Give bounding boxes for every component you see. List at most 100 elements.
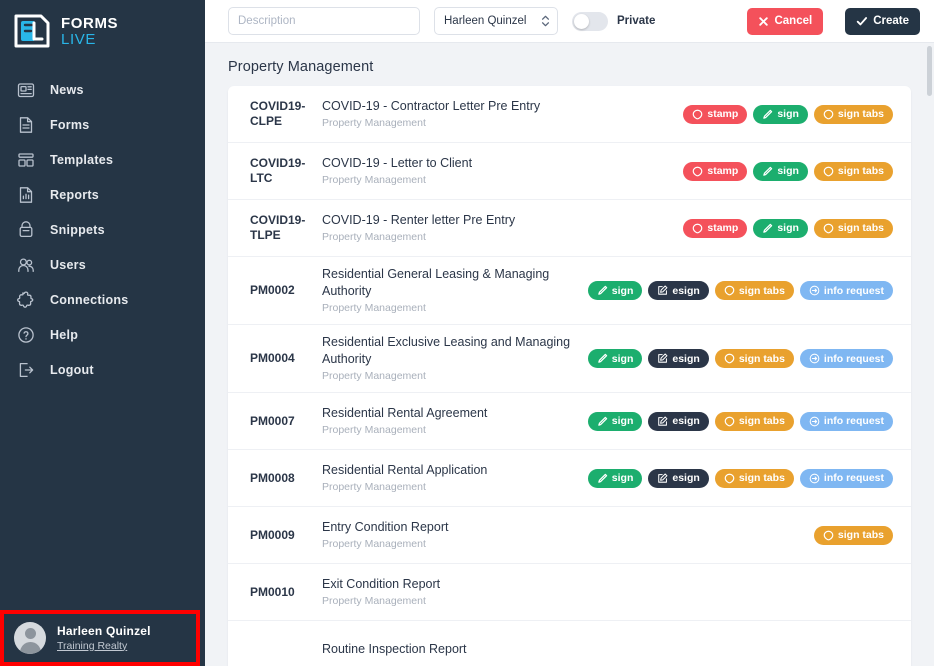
table-row[interactable]: PM0002 Residential General Leasing & Mana… bbox=[228, 257, 911, 325]
badge-label: info request bbox=[823, 352, 884, 365]
badge-stamp[interactable]: stamp bbox=[683, 218, 748, 238]
sidebar-item-snippets[interactable]: Snippets bbox=[0, 212, 205, 247]
row-badges: sign esign sign tabs info request bbox=[587, 349, 893, 368]
profile-name: Harleen Quinzel bbox=[57, 623, 151, 638]
sidebar-item-news[interactable]: News bbox=[0, 72, 205, 107]
sidebar-item-users[interactable]: Users bbox=[0, 247, 205, 282]
tag-icon bbox=[724, 416, 735, 427]
badge-sign[interactable]: sign bbox=[753, 104, 808, 124]
sidebar-user-profile[interactable]: Harleen Quinzel Training Realty bbox=[0, 610, 205, 666]
badge-signtabs[interactable]: sign tabs bbox=[813, 525, 893, 545]
table-row[interactable]: COVID19-LTC COVID-19 - Letter to Client Pr… bbox=[228, 143, 911, 200]
sidebar-item-label: Forms bbox=[50, 117, 90, 132]
badge-signtabs[interactable]: sign tabs bbox=[813, 161, 893, 181]
brand-logo[interactable]: FORMS LIVE bbox=[0, 0, 205, 60]
badge-sign[interactable]: sign bbox=[753, 218, 808, 238]
badge-esign[interactable]: esign bbox=[648, 468, 709, 488]
owner-select-value[interactable]: Harleen Quinzel bbox=[434, 7, 558, 35]
table-row[interactable]: Routine Inspection Report bbox=[228, 621, 911, 666]
row-category: Property Management bbox=[322, 595, 426, 607]
sidebar-item-reports[interactable]: Reports bbox=[0, 177, 205, 212]
question-circle-icon bbox=[16, 325, 36, 345]
table-row[interactable]: PM0010 Exit Condition Report Property Mana… bbox=[228, 564, 911, 621]
pen-icon bbox=[597, 353, 608, 364]
row-details: Residential General Leasing & Managing A… bbox=[322, 257, 588, 324]
row-category: Property Management bbox=[322, 302, 426, 314]
badge-signtabs[interactable]: sign tabs bbox=[714, 411, 794, 431]
badge-label: sign tabs bbox=[837, 108, 884, 120]
badge-signtabs[interactable]: sign tabs bbox=[714, 468, 794, 488]
vertical-scrollbar[interactable] bbox=[927, 46, 932, 96]
create-button[interactable]: Create bbox=[845, 7, 920, 35]
badge-signtabs[interactable]: sign tabs bbox=[714, 349, 794, 368]
check-icon bbox=[856, 16, 868, 27]
row-form-name: COVID-19 - Letter to Client bbox=[322, 156, 473, 170]
table-row[interactable]: COVID19-CLPE COVID-19 - Contractor Letter… bbox=[228, 86, 911, 143]
description-input[interactable] bbox=[228, 7, 420, 35]
badge-label: stamp bbox=[707, 108, 739, 120]
brand-name-top: FORMS bbox=[61, 14, 119, 32]
badge-inforequest[interactable]: info request bbox=[799, 468, 893, 488]
badge-inforequest[interactable]: info request bbox=[799, 411, 893, 431]
badge-stamp[interactable]: stamp bbox=[683, 161, 748, 181]
badge-sign[interactable]: sign bbox=[587, 468, 643, 488]
badge-sign[interactable]: sign bbox=[587, 411, 643, 431]
row-category: Property Management bbox=[322, 370, 426, 382]
sidebar-item-connections[interactable]: Connections bbox=[0, 282, 205, 317]
sidebar-item-label: Snippets bbox=[50, 222, 105, 237]
row-details: Routine Inspection Report bbox=[322, 632, 893, 666]
badge-label: sign bbox=[611, 284, 634, 297]
cancel-button[interactable]: Cancel bbox=[747, 7, 824, 35]
badge-esign[interactable]: esign bbox=[648, 411, 709, 431]
row-badges: stamp sign sign tabs bbox=[683, 104, 893, 124]
badge-sign[interactable]: sign bbox=[587, 281, 643, 300]
badge-sign[interactable]: sign bbox=[753, 161, 808, 181]
row-details: Exit Condition Report Property Management bbox=[322, 567, 893, 617]
tag-icon bbox=[823, 223, 834, 234]
row-code: COVID19-TLPE bbox=[250, 213, 306, 242]
pen-icon bbox=[597, 473, 608, 484]
sidebar-item-logout[interactable]: Logout bbox=[0, 352, 205, 387]
table-row[interactable]: PM0009 Entry Condition Report Property Man… bbox=[228, 507, 911, 564]
badge-sign[interactable]: sign bbox=[587, 349, 643, 368]
tag-icon bbox=[724, 353, 735, 364]
badge-signtabs[interactable]: sign tabs bbox=[714, 281, 794, 300]
badge-esign[interactable]: esign bbox=[648, 349, 709, 368]
esign-icon bbox=[657, 285, 668, 296]
badge-label: info request bbox=[823, 472, 884, 484]
esign-icon bbox=[657, 473, 668, 484]
row-badges: sign esign sign tabs info request bbox=[587, 468, 893, 488]
sidebar-item-templates[interactable]: Templates bbox=[0, 142, 205, 177]
pen-icon bbox=[597, 285, 608, 296]
sidebar-item-forms[interactable]: Forms bbox=[0, 107, 205, 142]
owner-select[interactable]: Harleen Quinzel bbox=[434, 7, 558, 35]
report-chart-icon bbox=[16, 185, 36, 205]
row-form-name: COVID-19 - Contractor Letter Pre Entry bbox=[322, 99, 541, 113]
sidebar-nav: News Forms Templates Reports Snippets Us… bbox=[0, 72, 205, 387]
arrow-circle-icon bbox=[809, 285, 820, 296]
badge-stamp[interactable]: stamp bbox=[683, 104, 748, 124]
pen-icon bbox=[597, 416, 608, 427]
tag-icon bbox=[823, 530, 834, 541]
table-row[interactable]: COVID19-TLPE COVID-19 - Renter letter Pre… bbox=[228, 200, 911, 257]
profile-organisation[interactable]: Training Realty bbox=[57, 639, 151, 653]
table-row[interactable]: PM0008 Residential Rental Application Prop… bbox=[228, 450, 911, 507]
badge-signtabs[interactable]: sign tabs bbox=[813, 218, 893, 238]
privacy-toggle-label: Private bbox=[617, 15, 656, 27]
table-row[interactable]: PM0007 Residential Rental Agreement Proper… bbox=[228, 393, 911, 450]
badge-signtabs[interactable]: sign tabs bbox=[813, 104, 893, 124]
esign-icon bbox=[657, 416, 668, 427]
row-category: Property Management bbox=[322, 231, 426, 243]
row-details: COVID-19 - Contractor Letter Pre Entry Pr… bbox=[322, 89, 683, 139]
sidebar-item-label: Connections bbox=[50, 292, 129, 307]
sidebar-item-help[interactable]: Help bbox=[0, 317, 205, 352]
badge-inforequest[interactable]: info request bbox=[799, 281, 893, 300]
row-badges: sign esign sign tabs info request bbox=[587, 281, 893, 300]
row-category: Property Management bbox=[322, 424, 426, 436]
table-row[interactable]: PM0004 Residential Exclusive Leasing and … bbox=[228, 325, 911, 393]
badge-inforequest[interactable]: info request bbox=[799, 349, 893, 368]
badge-label: sign bbox=[777, 222, 799, 234]
tag-icon bbox=[724, 285, 735, 296]
badge-esign[interactable]: esign bbox=[648, 281, 709, 300]
privacy-toggle[interactable] bbox=[572, 11, 608, 31]
